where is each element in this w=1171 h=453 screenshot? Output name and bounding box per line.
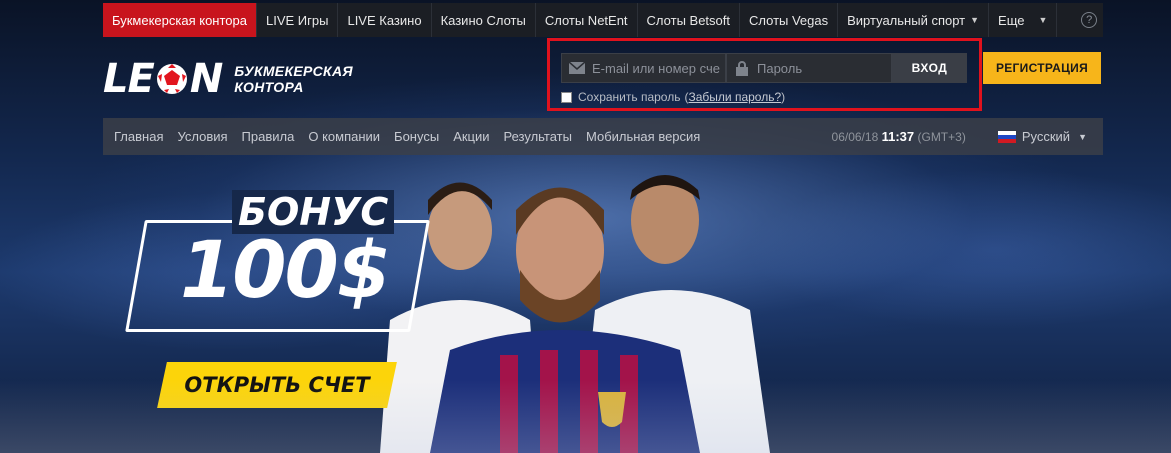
top-nav-item-label: Слоты NetEnt [544,12,628,28]
fog-overlay [0,380,1171,453]
clock: 06/06/18 11:37 (GMT+3) [832,129,966,144]
top-nav-item-label: Еще [998,12,1025,28]
sub-nav-item-rules[interactable]: Правила [235,129,302,144]
lock-icon [727,60,757,76]
top-nav-item-virtual-sport[interactable]: Виртуальный спорт ▼ [838,3,990,37]
top-nav-item-betsoft-slots[interactable]: Слоты Betsoft [638,3,740,37]
language-label: Русский [1021,129,1071,144]
top-nav-item-label: Слоты Betsoft [646,12,730,28]
top-nav: Букмекерская контора LIVE Игры LIVE Кази… [103,3,1103,37]
chevron-down-icon: ▼ [1038,15,1048,25]
top-nav-item-live-casino[interactable]: LIVE Казино [338,3,432,37]
forgot-close-paren: ) [781,90,786,104]
register-button[interactable]: РЕГИСТРАЦИЯ [983,52,1101,84]
logo-wordmark: LE N [103,56,223,102]
top-nav-item-label: Слоты Vegas [749,12,829,28]
logo-text-right: N [189,56,223,102]
chevron-down-icon: ▼ [1078,131,1087,142]
top-nav-item-label: LIVE Казино [347,12,422,28]
sub-nav-item-promos[interactable]: Акции [446,129,496,144]
top-nav-item-more[interactable]: Еще ▼ [989,3,1058,37]
logo-text-left: LE [103,56,155,102]
soccer-ball-icon [156,64,187,94]
remember-row: Сохранить пароль (Забыли пароль?) [561,89,785,105]
top-nav-item-netent-slots[interactable]: Слоты NetEnt [536,3,638,37]
logo[interactable]: LE N БУКМЕКЕРСКАЯ КОНТОРА [103,55,433,103]
password-input[interactable] [757,60,887,76]
sub-nav: Главная Условия Правила О компании Бонус… [103,118,1103,155]
envelope-icon [562,62,592,74]
email-input[interactable] [592,60,722,76]
language-selector[interactable]: Русский ▼ [997,129,1087,144]
bonus-amount: 100$ [180,226,391,316]
clock-time: 11:37 [881,129,915,144]
login-button[interactable]: ВХОД [892,53,967,83]
logo-subtitle: БУКМЕКЕРСКАЯ КОНТОРА [234,63,353,95]
chevron-down-icon: ▼ [970,15,980,25]
help-icon: ? [1081,12,1098,28]
top-nav-item-casino-slots[interactable]: Казино Слоты [432,3,536,37]
top-nav-spacer [1057,3,1075,37]
sub-nav-item-mobile[interactable]: Мобильная версия [579,129,707,144]
page: Букмекерская контора LIVE Игры LIVE Кази… [0,0,1171,453]
email-field[interactable] [561,53,726,83]
top-nav-item-live-games[interactable]: LIVE Игры [257,3,339,37]
logo-subtitle-line2: КОНТОРА [234,79,304,95]
clock-date: 06/06/18 [831,130,879,144]
sub-nav-item-bonuses[interactable]: Бонусы [387,129,446,144]
top-nav-item-label: Букмекерская контора [112,12,247,28]
forgot-password-link[interactable]: Забыли пароль? [688,90,781,104]
top-nav-item-label: Виртуальный спорт [847,12,966,28]
password-field[interactable] [726,53,892,83]
top-nav-item-bookmaker[interactable]: Букмекерская контора [103,3,257,37]
sub-nav-item-results[interactable]: Результаты [497,129,579,144]
logo-subtitle-line1: БУКМЕКЕРСКАЯ [234,63,353,79]
sub-nav-item-about[interactable]: О компании [301,129,387,144]
remember-label: Сохранить пароль [578,90,681,104]
clock-timezone: (GMT+3) [917,130,966,144]
sub-nav-item-terms[interactable]: Условия [170,129,234,144]
remember-checkbox[interactable] [561,91,572,103]
help-button[interactable]: ? [1075,3,1103,37]
top-nav-item-label: LIVE Игры [266,12,329,28]
russia-flag-icon [997,130,1016,143]
sub-nav-item-home[interactable]: Главная [107,129,170,144]
top-nav-item-label: Казино Слоты [440,12,526,28]
top-nav-item-vegas-slots[interactable]: Слоты Vegas [740,3,839,37]
